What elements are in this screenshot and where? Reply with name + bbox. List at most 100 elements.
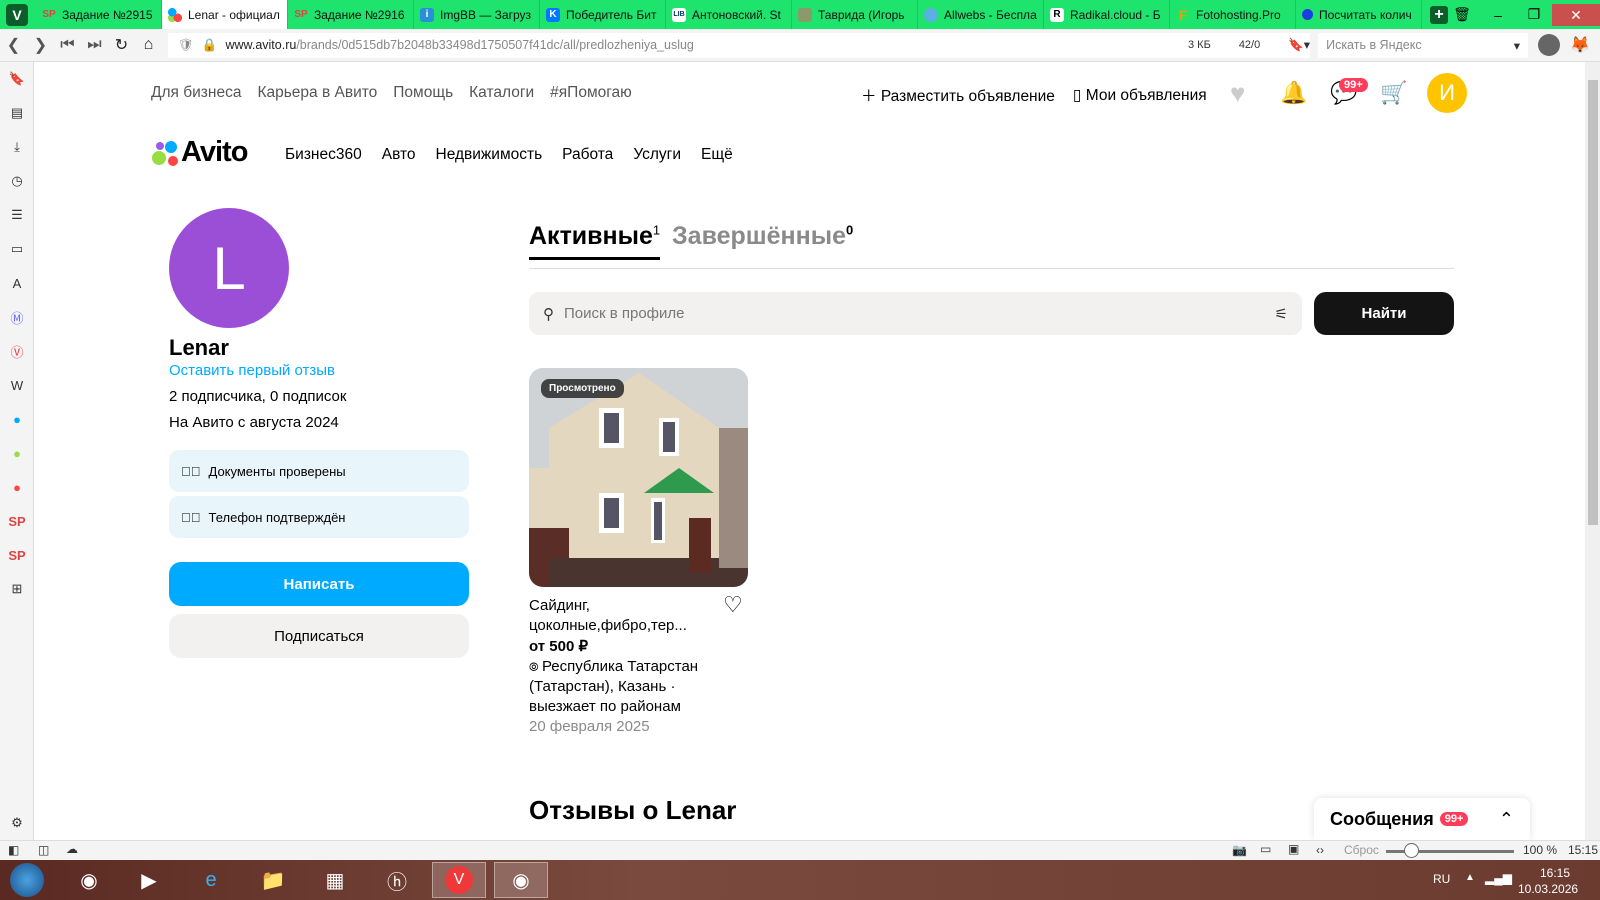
sync-cloud-icon[interactable]: ☁ [66,842,78,856]
images-icon[interactable]: ▣ [1288,842,1299,856]
subscribe-button[interactable]: Подписаться [169,614,469,658]
post-ad-link[interactable]: ＋ Разместить объявление [861,84,1055,106]
bookmark-icon[interactable]: 🔖▾ [1288,37,1310,53]
url-field[interactable]: 🛡 🔒 www.avito.ru/brands/0d515db7b2048b334… [168,32,1311,58]
media-player-icon[interactable]: ▶ [122,862,176,898]
restore-button[interactable]: ❐ [1516,6,1552,23]
nav-catalogs[interactable]: Каталоги [469,84,534,102]
chevron-up-icon[interactable]: ⌃ [1499,809,1514,830]
cat-services[interactable]: Услуги [633,146,681,164]
browser-tab[interactable]: Таврида (Игорь [792,0,918,29]
cat-auto[interactable]: Авто [382,146,416,164]
yandex-search-input[interactable]: Искать в Яндекс ▾ [1318,32,1529,58]
fast-forward-icon[interactable]: ⏭ [81,36,108,54]
add-panel-icon[interactable]: ⊞ [0,572,34,606]
cat-biznes360[interactable]: Бизнес360 [285,146,362,164]
dev-tools-icon[interactable]: ‹› [1316,843,1324,857]
capture-icon[interactable]: 📷 [1232,843,1247,857]
mastodon-icon[interactable]: Ⓜ [0,300,34,334]
subscribers-count[interactable]: 2 подписчика, 0 подписок [169,388,346,405]
browser-tab[interactable]: R Radikal.cloud - Б [1044,0,1170,29]
avito-logo[interactable]: Avito [151,136,248,169]
find-button[interactable]: Найти [1314,292,1454,335]
start-button[interactable] [0,862,54,898]
avito-icon[interactable]: ● [0,436,34,470]
window-icon[interactable]: ▭ [0,232,34,266]
browser-tab[interactable]: i ImgBB — Загруз [414,0,540,29]
cat-more[interactable]: Ещё [701,146,733,164]
profile-icon[interactable] [1538,34,1561,56]
network-icon[interactable]: ▂▄▆ [1485,871,1512,885]
page-scrollbar[interactable] [1585,62,1600,840]
bookmarks-icon[interactable]: 🔖 [0,62,34,96]
close-window-button[interactable]: ✕ [1552,3,1600,26]
reader-icon[interactable]: ▤ [0,96,34,130]
language-indicator[interactable]: RU [1433,872,1450,886]
listing-title-line2[interactable]: цоколные,фибро,тер... [529,616,759,636]
browser-tab[interactable]: SP Задание №2916 [288,0,414,29]
avito-icon[interactable]: ● [0,470,34,504]
vivaldi-icon[interactable]: Ⓥ [0,334,34,368]
favorites-icon[interactable]: ♥ [1230,78,1245,109]
panel-toggle-icon[interactable]: ◧ [8,843,19,857]
browser-tab-active[interactable]: Lenar - официал [162,0,288,29]
cat-jobs[interactable]: Работа [562,146,613,164]
nav-ya-pomogayu[interactable]: #яПомогаю [550,84,632,102]
settings-icon[interactable]: ⚙ [0,806,34,840]
nav-help[interactable]: Помощь [393,84,453,102]
zoom-slider-handle[interactable] [1404,843,1419,858]
scrollbar-thumb[interactable] [1588,80,1598,525]
metamask-icon[interactable]: 🦊 [1570,35,1590,55]
cat-realty[interactable]: Недвижимость [436,146,543,164]
browser-tab[interactable]: LIB Антоновский. St [666,0,792,29]
office-icon[interactable]: ▦ [308,862,362,898]
tiling-icon[interactable]: ◫ [38,843,49,857]
messenger-panel[interactable]: Сообщения 99+ ⌃ [1314,798,1530,840]
nav-business[interactable]: Для бизнеса [151,84,241,102]
wikipedia-icon[interactable]: W [0,368,34,402]
notifications-icon[interactable]: 🔔 [1280,80,1307,106]
back-icon[interactable]: ❮ [0,35,27,55]
hp-icon[interactable]: ⓗ [370,862,424,898]
history-icon[interactable]: ◷ [0,164,34,198]
avito-icon[interactable]: ● [0,402,34,436]
chrome-taskbar-icon[interactable]: ◉ [62,862,116,898]
nav-career[interactable]: Карьера в Авито [257,84,377,102]
filter-icon[interactable]: ⚟ [1275,305,1288,323]
translate-icon[interactable]: A [0,266,34,300]
cart-icon[interactable]: 🛒 [1380,80,1407,106]
browser-tab[interactable]: Allwebs - Беспла [918,0,1044,29]
user-avatar[interactable]: И [1427,73,1467,113]
write-button[interactable]: Написать [169,562,469,606]
tray-arrow-icon[interactable]: ▲ [1465,872,1475,883]
zoom-reset[interactable]: Сброс [1344,843,1379,857]
taskbar-time[interactable]: 16:15 [1530,866,1580,880]
profile-search-input[interactable]: ⚲ Поиск в профиле ⚟ [529,292,1302,335]
reload-icon[interactable]: ↻ [108,35,135,55]
notes-icon[interactable]: ☰ [0,198,34,232]
sp-icon[interactable]: SP [0,538,34,572]
vivaldi-taskbar-icon[interactable]: V [432,862,486,898]
forward-icon[interactable]: ❯ [27,35,54,55]
sp-icon[interactable]: SP [0,504,34,538]
ie-icon[interactable]: e [184,862,238,898]
minimize-button[interactable]: – [1480,7,1516,23]
tab-active[interactable]: Активные1 [529,222,661,260]
explorer-icon[interactable]: 📁 [246,862,300,898]
favorite-heart-icon[interactable]: ♡ [723,592,743,618]
chrome-taskbar-icon-active[interactable]: ◉ [494,862,548,898]
downloads-icon[interactable]: ⤓ [0,130,34,164]
first-review-link[interactable]: Оставить первый отзыв [169,362,335,379]
my-ads-link[interactable]: ▯ Мои объявления [1073,86,1207,105]
trash-icon[interactable]: 🗑 [1444,6,1480,23]
window-icon[interactable]: ▭ [1260,842,1271,856]
browser-tab[interactable]: Посчитать колич [1296,0,1422,29]
tab-completed[interactable]: Завершённые0 [672,222,853,251]
taskbar-date[interactable]: 10.03.2026 [1518,882,1578,896]
listing-image[interactable]: Просмотрено [529,368,748,587]
browser-tab[interactable]: F Fotohosting.Pro [1170,0,1296,29]
rewind-icon[interactable]: ⏮ [54,36,81,54]
home-icon[interactable]: ⌂ [135,36,162,54]
vivaldi-menu-icon[interactable]: V [6,3,28,26]
browser-tab[interactable]: K Победитель Бит [540,0,666,29]
